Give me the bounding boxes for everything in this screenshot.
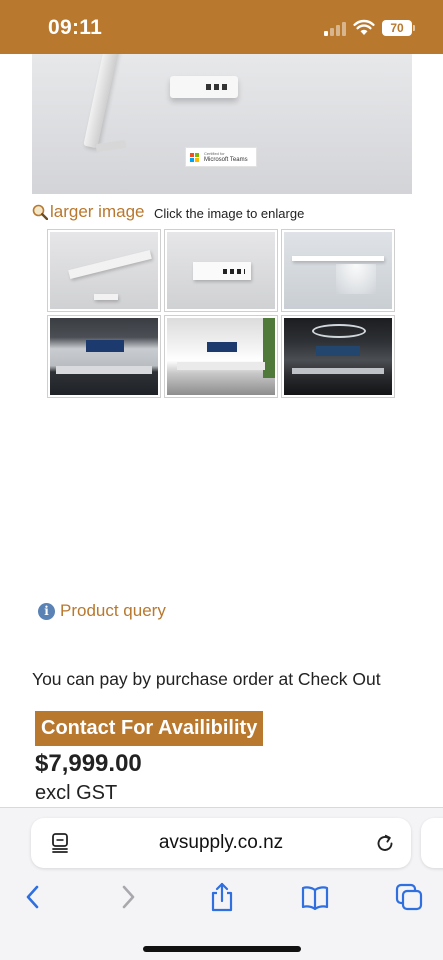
next-tab-address-bar[interactable] [421, 818, 443, 868]
hero-videobar-shape [83, 54, 119, 149]
badge-small-text: Certified for [204, 151, 225, 156]
tax-note: excl GST [35, 782, 118, 804]
microsoft-logo-icon [190, 153, 200, 163]
home-indicator [143, 946, 301, 952]
larger-image-link[interactable]: larger image [50, 202, 145, 222]
hero-videobar-foot [95, 139, 127, 153]
product-page: 09:11 70 Certified for Microsoft Teams l… [0, 0, 443, 960]
back-icon[interactable] [18, 882, 48, 912]
badge-main-text: Microsoft Teams [204, 157, 248, 163]
share-icon[interactable] [207, 882, 237, 912]
cellular-signal-icon [324, 22, 346, 36]
url-text: avsupply.co.nz [158, 832, 284, 853]
status-time: 09:11 [48, 16, 103, 39]
bookmarks-icon[interactable] [300, 882, 330, 912]
info-icon: i [38, 603, 55, 620]
battery-indicator: 70 [382, 20, 412, 36]
hero-compute-box-shape [170, 76, 238, 98]
wifi-icon [353, 19, 375, 35]
thumbnail-meeting-room-lounge[interactable] [281, 315, 395, 398]
enlarge-hint: Click the image to enlarge [154, 206, 305, 221]
address-bar[interactable]: avsupply.co.nz [31, 818, 411, 868]
main-product-image[interactable]: Certified for Microsoft Teams [32, 54, 412, 194]
thumbnail-grid [47, 229, 397, 399]
availability-badge: Contact For Availibility [35, 711, 264, 746]
certified-badge: Certified for Microsoft Teams [185, 147, 257, 167]
purchase-order-note: You can pay by purchase order at Check O… [32, 669, 381, 689]
forward-icon[interactable] [113, 882, 143, 912]
browser-toolbar: avsupply.co.nz [0, 807, 443, 960]
thumbnail-videobar[interactable] [47, 229, 161, 312]
reload-icon[interactable] [375, 833, 395, 853]
thumbnail-compute-box[interactable] [164, 229, 278, 312]
status-bar: 09:11 70 [0, 0, 443, 54]
product-query-link[interactable]: Product query [60, 601, 166, 621]
battery-tip [413, 25, 415, 31]
product-price: $7,999.00 [35, 750, 142, 777]
thumbnail-meeting-room-dark[interactable] [47, 315, 161, 398]
thumbnail-wall-mount[interactable] [281, 229, 395, 312]
thumbnail-meeting-room-bright[interactable] [164, 315, 278, 398]
tabs-icon[interactable] [394, 882, 424, 912]
magnifier-icon[interactable] [32, 204, 48, 220]
